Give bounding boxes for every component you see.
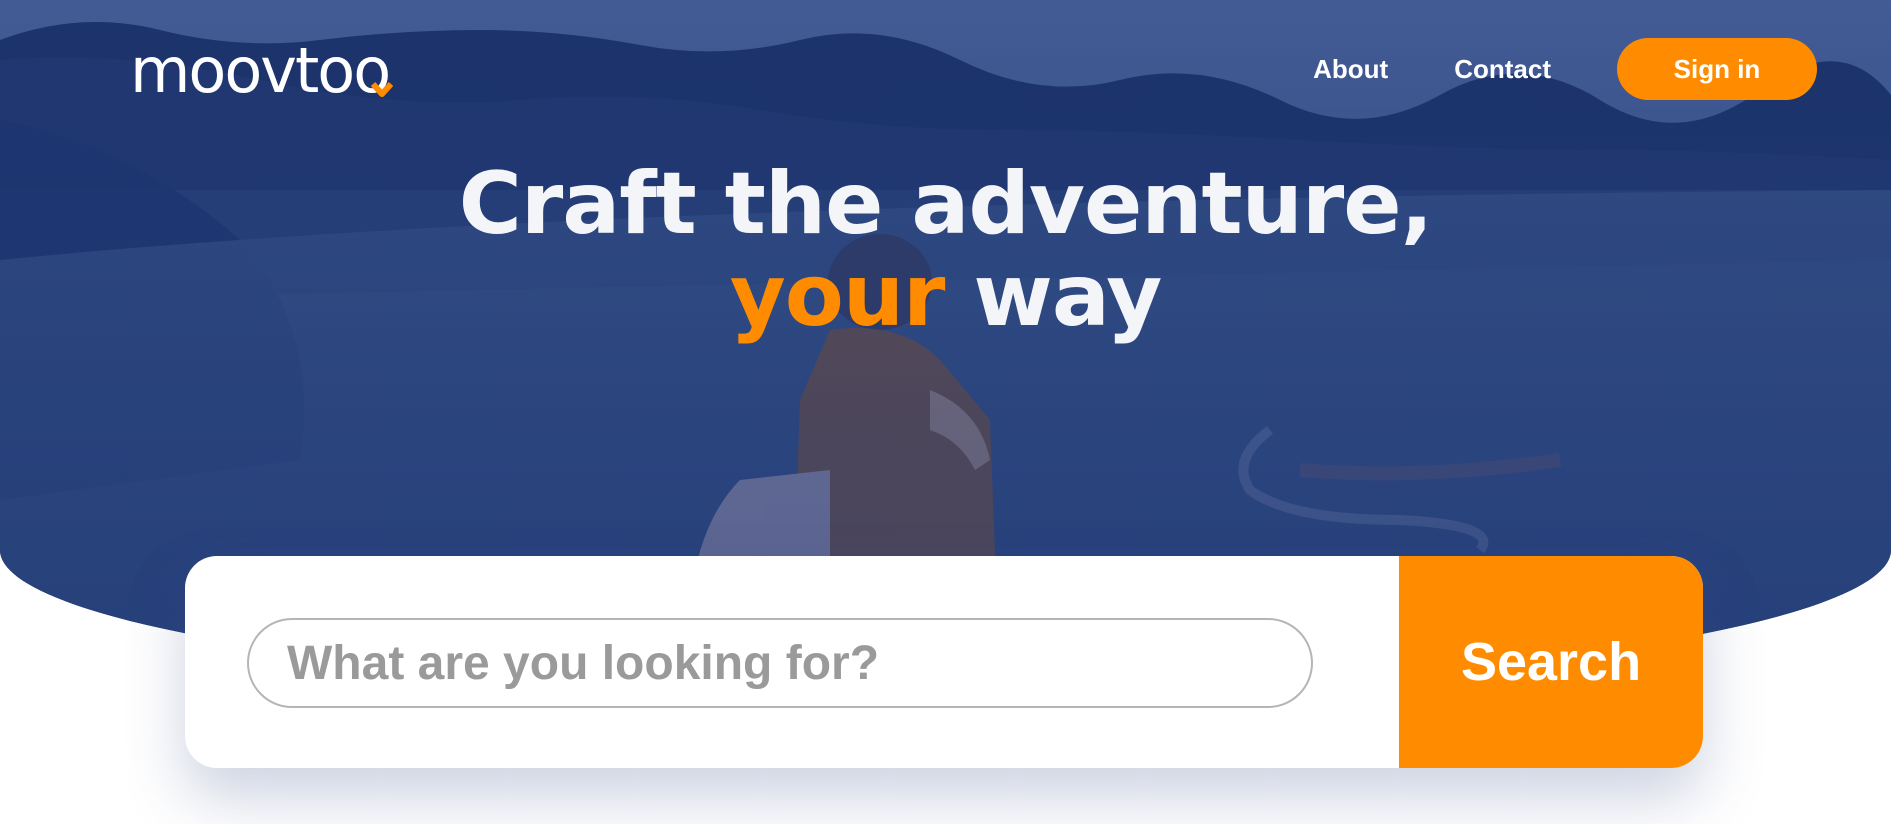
search-input[interactable] [247,618,1313,708]
search-field-container [185,556,1399,768]
nav-link-about[interactable]: About [1313,54,1388,85]
map-pin-icon [370,78,394,100]
hero-headline: Craft the adventure, your way [0,158,1891,342]
top-navigation: About Contact Sign in [1313,38,1817,100]
headline-line-1: Craft the adventure, [458,154,1434,254]
search-card: Search [185,556,1703,768]
sign-in-button[interactable]: Sign in [1617,38,1817,100]
search-button[interactable]: Search [1399,556,1703,768]
brand-logo-text: moovtoo [130,34,391,107]
nav-link-contact[interactable]: Contact [1454,54,1551,85]
brand-logo[interactable]: moovtoo [130,32,394,107]
headline-accent-word: your [729,246,946,346]
headline-rest: way [944,246,1162,346]
